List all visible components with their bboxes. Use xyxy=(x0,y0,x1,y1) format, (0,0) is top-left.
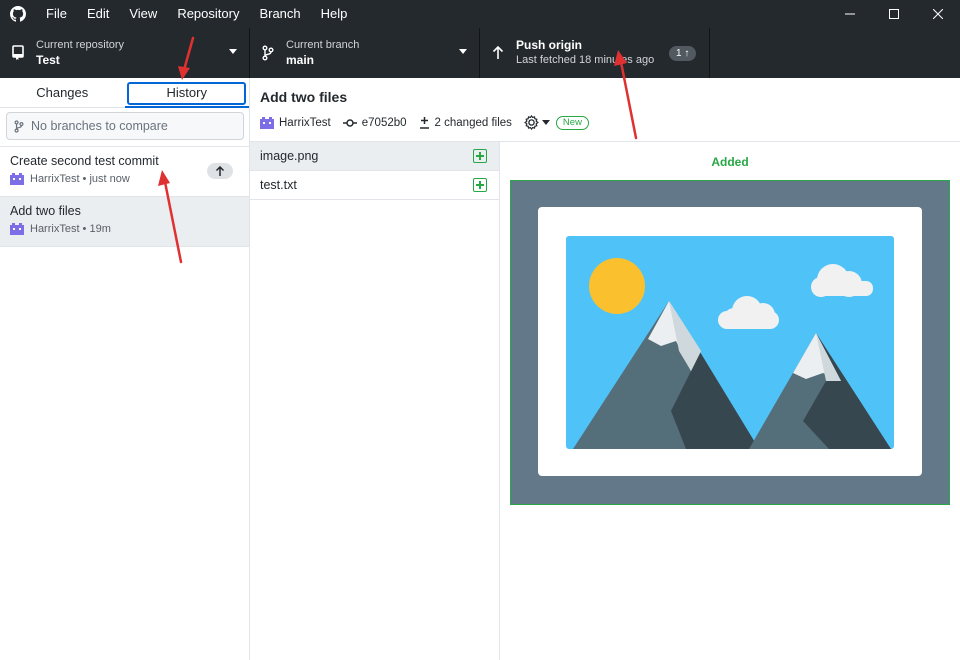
file-list-item[interactable]: test.txt xyxy=(250,171,499,200)
repo-label: Current repository xyxy=(36,39,125,51)
minimize-icon xyxy=(845,13,855,15)
unpushed-arrow-up-icon xyxy=(207,163,233,179)
compare-placeholder: No branches to compare xyxy=(31,119,168,133)
menu-help[interactable]: Help xyxy=(311,0,358,28)
file-list-item[interactable]: image.png xyxy=(250,142,499,171)
menu-edit[interactable]: Edit xyxy=(77,0,119,28)
commit-info-row: HarrixTest e7052b0 2 changed files New xyxy=(260,115,589,130)
push-count-badge: 1 ↑ xyxy=(669,46,697,61)
landscape-image xyxy=(511,181,949,504)
branch-name: main xyxy=(286,53,315,67)
commit-item[interactable]: Add two files HarrixTest • 19m xyxy=(0,197,249,247)
menu-repository[interactable]: Repository xyxy=(167,0,249,28)
chevron-down-icon xyxy=(459,49,467,54)
commit-title: Create second test commit xyxy=(10,154,159,168)
branch-icon xyxy=(250,45,286,61)
current-branch-button[interactable]: Current branch main xyxy=(250,28,480,78)
tab-changes[interactable]: Changes xyxy=(0,78,125,107)
repo-name: Test xyxy=(36,53,60,67)
diff-plus-icon xyxy=(419,117,429,129)
gear-icon xyxy=(524,115,539,130)
push-label: Push origin xyxy=(516,38,582,52)
added-image-preview xyxy=(510,180,950,505)
file-name: image.png xyxy=(260,149,319,163)
sidebar-tabs: Changes History xyxy=(0,78,249,108)
commit-item[interactable]: Create second test commit HarrixTest • j… xyxy=(0,147,249,197)
new-badge: New xyxy=(555,115,589,130)
commit-meta-text: HarrixTest • 19m xyxy=(30,223,111,235)
branch-compare-input[interactable]: No branches to compare xyxy=(6,112,244,140)
menu-bar: File Edit View Repository Branch Help xyxy=(36,0,357,28)
diff-settings-button[interactable] xyxy=(524,115,550,130)
push-origin-button[interactable]: Push origin Last fetched 18 minutes ago … xyxy=(480,28,710,78)
close-button[interactable] xyxy=(916,0,960,28)
minimize-button[interactable] xyxy=(828,0,872,28)
changed-files-text: 2 changed files xyxy=(434,116,512,129)
file-added-icon xyxy=(473,178,487,192)
github-desktop-window: File Edit View Repository Branch Help Cu… xyxy=(0,0,960,660)
author-name: HarrixTest xyxy=(279,116,331,129)
image-diff-panel: Added xyxy=(500,142,960,660)
git-commit-icon xyxy=(342,118,357,127)
branch-icon xyxy=(14,119,24,133)
maximize-icon xyxy=(889,9,899,19)
menu-branch[interactable]: Branch xyxy=(249,0,310,28)
current-repository-button[interactable]: Current repository Test xyxy=(0,28,250,78)
avatar xyxy=(10,173,24,185)
tab-active-underline xyxy=(124,106,249,108)
commit-meta-text: HarrixTest • just now xyxy=(30,173,130,185)
chevron-down-icon xyxy=(541,119,550,125)
sidebar: Changes History No branches to compare C… xyxy=(0,78,250,660)
last-fetched-text: Last fetched 18 minutes ago xyxy=(516,54,655,66)
tab-focus-ring xyxy=(126,82,246,105)
avatar xyxy=(260,116,274,129)
commit-title: Add two files xyxy=(10,204,81,218)
tab-history[interactable]: History xyxy=(124,78,249,108)
title-bar: File Edit View Repository Branch Help xyxy=(0,0,960,28)
commit-author: HarrixTest xyxy=(260,116,331,129)
diff-status-label: Added xyxy=(711,155,749,169)
arrow-up-icon xyxy=(480,46,516,60)
file-name: test.txt xyxy=(260,178,297,192)
menu-file[interactable]: File xyxy=(36,0,77,28)
tab-changes-label: Changes xyxy=(36,85,89,100)
changed-files-list: image.png test.txt xyxy=(250,142,500,660)
window-controls xyxy=(828,0,960,28)
maximize-button[interactable] xyxy=(872,0,916,28)
commit-summary-title: Add two files xyxy=(260,89,348,105)
changed-files-count: 2 changed files xyxy=(419,116,512,129)
commit-summary-header: Add two files HarrixTest e7052b0 2 chang… xyxy=(250,78,960,142)
github-logo-icon xyxy=(0,0,36,28)
file-added-icon xyxy=(473,149,487,163)
toolbar: Current repository Test Current branch m… xyxy=(0,28,960,78)
avatar xyxy=(10,223,24,235)
repo-icon xyxy=(0,45,36,61)
commit-sha[interactable]: e7052b0 xyxy=(342,116,407,129)
chevron-down-icon xyxy=(229,49,237,54)
menu-view[interactable]: View xyxy=(119,0,167,28)
close-icon xyxy=(933,9,943,19)
branch-label: Current branch xyxy=(286,39,360,51)
sha-text: e7052b0 xyxy=(361,116,407,129)
commit-list: Create second test commit HarrixTest • j… xyxy=(0,146,249,247)
